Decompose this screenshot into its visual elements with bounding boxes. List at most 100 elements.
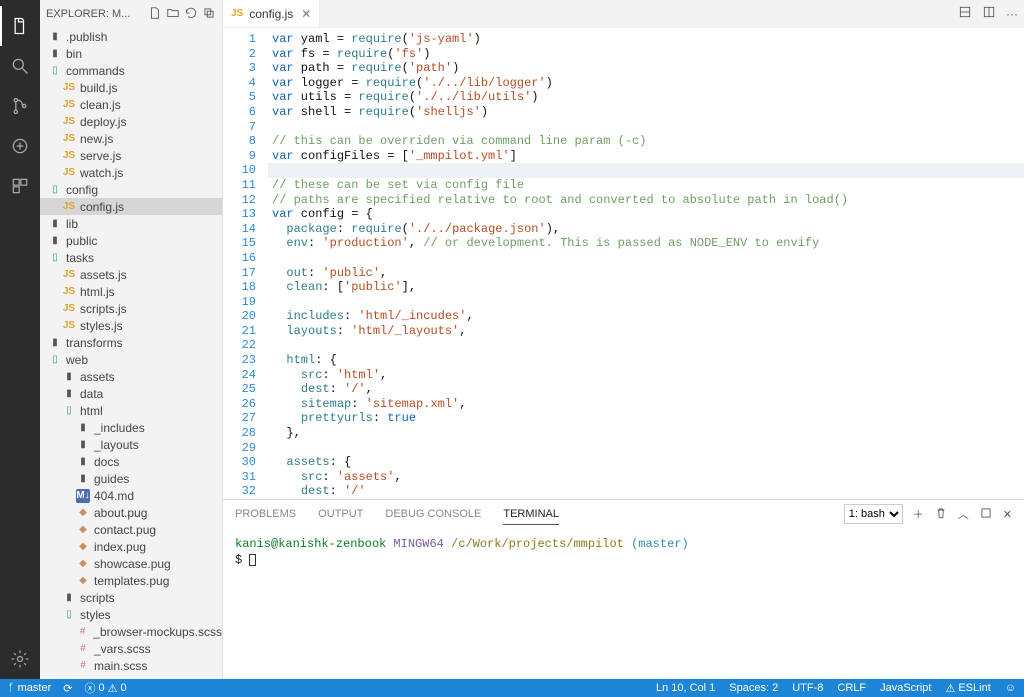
tree-item-label: scripts	[80, 591, 115, 605]
tab-terminal[interactable]: TERMINAL	[503, 504, 559, 525]
tree-item[interactable]: ◆contact.pug	[40, 521, 222, 538]
status-encoding[interactable]: UTF-8	[792, 682, 823, 695]
extensions-icon[interactable]	[0, 166, 40, 206]
tree-item[interactable]: ▮data	[40, 385, 222, 402]
tree-item[interactable]: M↓404.md	[40, 487, 222, 504]
tab-label: config.js	[249, 7, 293, 21]
terminal[interactable]: kanis@kanishk-zenbook MINGW64 /c/Work/pr…	[223, 528, 1024, 679]
tree-item-label: build.js	[80, 81, 117, 95]
panel-up-icon[interactable]: ︿	[958, 506, 969, 522]
tree-item[interactable]: JSdeploy.js	[40, 113, 222, 130]
tree-item[interactable]: #_vars.scss	[40, 640, 222, 657]
tree-item-label: templates.pug	[94, 574, 169, 588]
terminal-shell-select[interactable]: 1: bash	[844, 504, 903, 524]
tree-item-label: 404.md	[94, 489, 134, 503]
status-spaces[interactable]: Spaces: 2	[729, 682, 778, 695]
tree-item[interactable]: ▮scripts	[40, 589, 222, 606]
tree-item[interactable]: ▯commands	[40, 62, 222, 79]
status-sync[interactable]: ⟳	[63, 682, 72, 695]
tree-item-label: assets	[80, 370, 115, 384]
tree-item-label: config.js	[80, 200, 124, 214]
tree-item[interactable]: ▯styles	[40, 606, 222, 623]
terminal-env: MINGW64	[386, 537, 451, 551]
tree-item-label: _layouts	[94, 438, 139, 452]
editor-area: JS config.js ✕ ··· 123456789101112131415…	[223, 0, 1024, 679]
tree-item[interactable]: JShtml.js	[40, 283, 222, 300]
new-file-icon[interactable]	[148, 6, 162, 23]
tree-item-label: contact.pug	[94, 523, 156, 537]
terminal-cursor	[249, 554, 256, 566]
tree-item[interactable]: ▮_layouts	[40, 436, 222, 453]
tree-item-label: .publish	[66, 30, 107, 44]
tree-item-label: styles.js	[80, 319, 123, 333]
tree-item[interactable]: ▮transforms	[40, 334, 222, 351]
status-branch[interactable]: ᚶmaster	[8, 682, 51, 694]
search-icon[interactable]	[0, 46, 40, 86]
close-panel-icon[interactable]: ✕	[1003, 508, 1012, 521]
maximize-panel-icon[interactable]	[979, 506, 993, 523]
status-eslint[interactable]: ⚠ESLint	[945, 682, 990, 695]
tree-item[interactable]: ▮lib	[40, 215, 222, 232]
tree-item[interactable]: ◆about.pug	[40, 504, 222, 521]
close-icon[interactable]: ✕	[301, 7, 311, 21]
status-eol[interactable]: CRLF	[837, 682, 866, 695]
tree-item[interactable]: JSbuild.js	[40, 79, 222, 96]
tab-problems[interactable]: PROBLEMS	[235, 504, 296, 524]
refresh-icon[interactable]	[184, 6, 198, 23]
tab-bar: JS config.js ✕ ···	[223, 0, 1024, 28]
tree-item[interactable]: ▮guides	[40, 470, 222, 487]
new-terminal-icon[interactable]: ＋	[913, 506, 924, 522]
tree-item[interactable]: JSstyles.js	[40, 317, 222, 334]
more-icon[interactable]: ···	[1006, 7, 1018, 21]
explorer-icon[interactable]	[0, 6, 40, 46]
tab-debug-console[interactable]: DEBUG CONSOLE	[385, 504, 481, 524]
tree-item[interactable]: JSserve.js	[40, 147, 222, 164]
editor[interactable]: 1234567891011121314151617181920212223242…	[223, 28, 1024, 499]
tab-config-js[interactable]: JS config.js ✕	[223, 0, 320, 27]
tree-item[interactable]: ▯tasks	[40, 249, 222, 266]
tree-item[interactable]: JSclean.js	[40, 96, 222, 113]
tree-item-label: new.js	[80, 132, 113, 146]
tree-item-label: assets.js	[80, 268, 127, 282]
tree-item[interactable]: JSconfig.js	[40, 198, 222, 215]
tree-item[interactable]: ▮bin	[40, 45, 222, 62]
status-feedback-icon[interactable]: ☺	[1005, 682, 1016, 695]
editor-actions: ···	[958, 0, 1024, 27]
file-tree[interactable]: ▮.publish▮bin▯commandsJSbuild.jsJSclean.…	[40, 28, 222, 679]
tree-item[interactable]: ◆templates.pug	[40, 572, 222, 589]
status-ln-col[interactable]: Ln 10, Col 1	[656, 682, 715, 695]
tree-item-label: about.pug	[94, 506, 147, 520]
tree-item[interactable]: JSnew.js	[40, 130, 222, 147]
tree-item[interactable]: ▯web	[40, 351, 222, 368]
new-folder-icon[interactable]	[166, 6, 180, 23]
kill-terminal-icon[interactable]	[934, 506, 948, 523]
tree-item[interactable]: ▮.publish	[40, 28, 222, 45]
tab-output[interactable]: OUTPUT	[318, 504, 363, 524]
tree-item[interactable]: ▮assets	[40, 368, 222, 385]
split-down-icon[interactable]	[958, 5, 972, 22]
split-right-icon[interactable]	[982, 5, 996, 22]
tree-item[interactable]: ▮public	[40, 232, 222, 249]
debug-icon[interactable]	[0, 126, 40, 166]
tree-item[interactable]: #_browser-mockups.scss	[40, 623, 222, 640]
status-errors[interactable]: ⓧ0 ⚠0	[84, 680, 126, 696]
tree-item[interactable]: #main.scss	[40, 657, 222, 674]
tree-item[interactable]: JSassets.js	[40, 266, 222, 283]
tree-item[interactable]: ▮docs	[40, 453, 222, 470]
tree-item-label: data	[80, 387, 103, 401]
source-control-icon[interactable]	[0, 86, 40, 126]
tree-item[interactable]: JSwatch.js	[40, 164, 222, 181]
tree-item[interactable]: ◆showcase.pug	[40, 555, 222, 572]
tree-item[interactable]: ▯config	[40, 181, 222, 198]
tree-item-label: serve.js	[80, 149, 121, 163]
code-content[interactable]: var yaml = require('js-yaml')var fs = re…	[268, 28, 1024, 499]
tree-item[interactable]: ▯html	[40, 402, 222, 419]
tree-item-label: web	[66, 353, 88, 367]
collapse-icon[interactable]	[202, 6, 216, 23]
tree-item-label: _includes	[94, 421, 145, 435]
tree-item[interactable]: ◆index.pug	[40, 538, 222, 555]
tree-item[interactable]: ▮_includes	[40, 419, 222, 436]
settings-gear-icon[interactable]	[0, 639, 40, 679]
status-language[interactable]: JavaScript	[880, 682, 931, 695]
tree-item[interactable]: JSscripts.js	[40, 300, 222, 317]
